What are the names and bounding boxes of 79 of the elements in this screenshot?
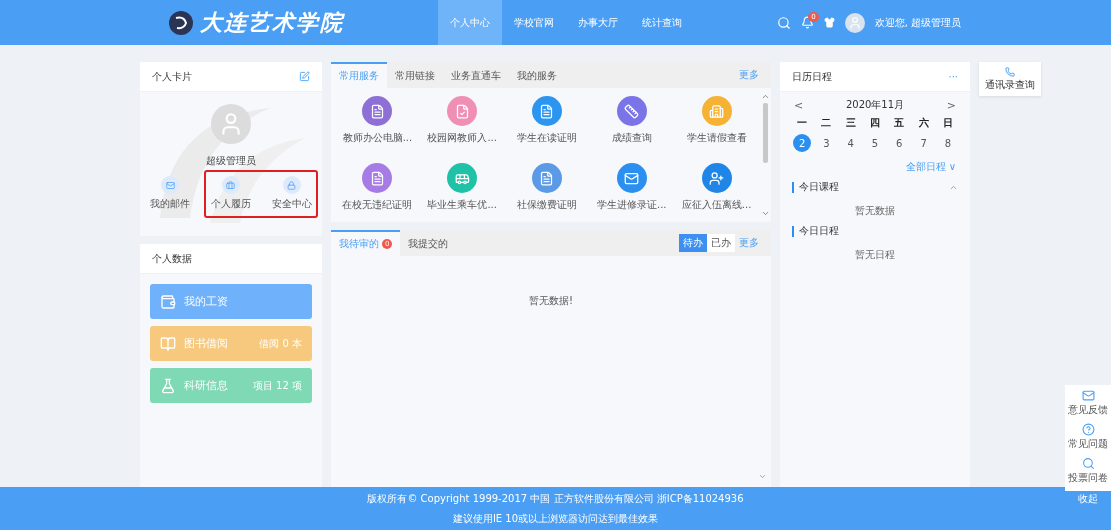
task-tab[interactable]: 我提交的 xyxy=(400,230,457,256)
card-title: 日历日程 xyxy=(792,69,832,84)
mail-icon xyxy=(1081,389,1095,402)
greeting-text: 欢迎您, 超级管理员 xyxy=(874,15,961,30)
service-icon xyxy=(539,103,555,119)
wallet-icon xyxy=(160,293,176,310)
service-item[interactable]: 成绩查询 xyxy=(589,96,675,155)
service-icon xyxy=(709,170,725,186)
question-icon xyxy=(1081,423,1095,436)
prev-month-button[interactable]: < xyxy=(794,98,804,112)
chevron-down-icon[interactable] xyxy=(760,209,770,218)
chevron-down-icon[interactable] xyxy=(758,472,767,481)
avatar xyxy=(211,104,251,144)
service-icon xyxy=(624,103,640,119)
service-icon xyxy=(709,103,725,119)
profile-action[interactable]: 我的邮件 xyxy=(150,176,191,211)
flask-icon xyxy=(160,377,176,394)
service-item[interactable]: 社保缴费证明 xyxy=(504,163,590,222)
calendar-day[interactable]: 5 xyxy=(866,134,884,152)
shirt-icon[interactable] xyxy=(823,17,835,28)
section-title: 今日日程 xyxy=(799,224,839,238)
side-tool[interactable]: 意见反馈 xyxy=(1068,389,1108,417)
mail-icon xyxy=(165,180,175,190)
avatar[interactable] xyxy=(844,12,865,33)
book-icon xyxy=(160,335,176,352)
service-item[interactable]: 学生在读证明 xyxy=(504,96,590,155)
service-item[interactable]: 应征入伍离线... xyxy=(674,163,759,222)
service-tab[interactable]: 常用链接 xyxy=(387,62,443,88)
search-icon xyxy=(1081,457,1095,470)
service-icon xyxy=(369,103,385,119)
service-item[interactable]: 教师办公电脑... xyxy=(335,96,420,155)
side-tool[interactable]: 投票问卷 xyxy=(1068,457,1108,485)
briefcase-icon xyxy=(226,180,236,190)
service-item[interactable]: 校园网教师入... xyxy=(419,96,505,155)
user-name: 超级管理员 xyxy=(206,154,256,168)
edit-icon[interactable] xyxy=(299,71,310,82)
search-icon[interactable] xyxy=(776,15,791,30)
profile-action[interactable]: 个人履历 xyxy=(211,176,251,211)
lock-icon xyxy=(287,180,297,190)
service-icon xyxy=(539,170,555,186)
service-tab[interactable]: 我的服务 xyxy=(509,62,565,88)
calendar-day[interactable]: 7 xyxy=(914,134,933,152)
service-item[interactable]: 毕业生乘车优... xyxy=(419,163,505,222)
filter-toggle[interactable]: 已办 xyxy=(707,234,735,252)
weekday-label: 五 xyxy=(894,116,905,130)
service-icon xyxy=(454,103,470,119)
card-title: 个人卡片 xyxy=(152,69,192,84)
phone-icon xyxy=(1005,66,1015,77)
chevron-up-icon[interactable] xyxy=(760,92,770,101)
service-icon xyxy=(369,170,385,186)
side-tool[interactable]: 常见问题 xyxy=(1068,423,1108,451)
card-title: 个人数据 xyxy=(152,251,192,266)
browser-hint: 建议使用IE 10或以上浏览器访问达到最佳效果 xyxy=(452,511,659,526)
service-item[interactable]: 学生进修录证... xyxy=(589,163,675,222)
calendar-day[interactable]: 4 xyxy=(841,134,860,152)
month-label: 2020年11月 xyxy=(845,98,905,112)
weekday-label: 四 xyxy=(870,116,880,130)
weekday-label: 一 xyxy=(797,116,808,130)
profile-action[interactable]: 安全中心 xyxy=(271,176,312,211)
calendar-day[interactable]: 8 xyxy=(938,134,957,152)
weekday-label: 六 xyxy=(918,116,929,130)
calendar-day[interactable]: 6 xyxy=(890,134,909,152)
service-icon xyxy=(624,170,640,186)
logo-text: 大连艺术学院 xyxy=(200,7,344,37)
weekday-label: 二 xyxy=(821,116,832,130)
logo-icon xyxy=(168,9,194,36)
service-item[interactable]: 学生请假查看 xyxy=(674,96,759,155)
copyright-text: 版权所有© Copyright 1999-2017 中国 正方软件股份有限公司 浙ICP备11024936 xyxy=(367,491,744,506)
service-tab[interactable]: 业务直通车 xyxy=(443,62,509,88)
weekday-label: 三 xyxy=(845,116,856,130)
next-month-button[interactable]: > xyxy=(946,98,956,112)
empty-message: 暂无日程 xyxy=(855,248,895,262)
service-item[interactable]: 在校无违纪证明 xyxy=(335,163,420,222)
section-title: 今日课程 xyxy=(799,180,839,194)
weekday-label: 日 xyxy=(942,116,953,130)
empty-message: 暂无数据! xyxy=(529,294,573,308)
contact-search-button[interactable]: 通讯录查询 xyxy=(979,62,1041,96)
calendar-day[interactable]: 3 xyxy=(817,134,836,152)
empty-message: 暂无数据 xyxy=(855,204,895,218)
